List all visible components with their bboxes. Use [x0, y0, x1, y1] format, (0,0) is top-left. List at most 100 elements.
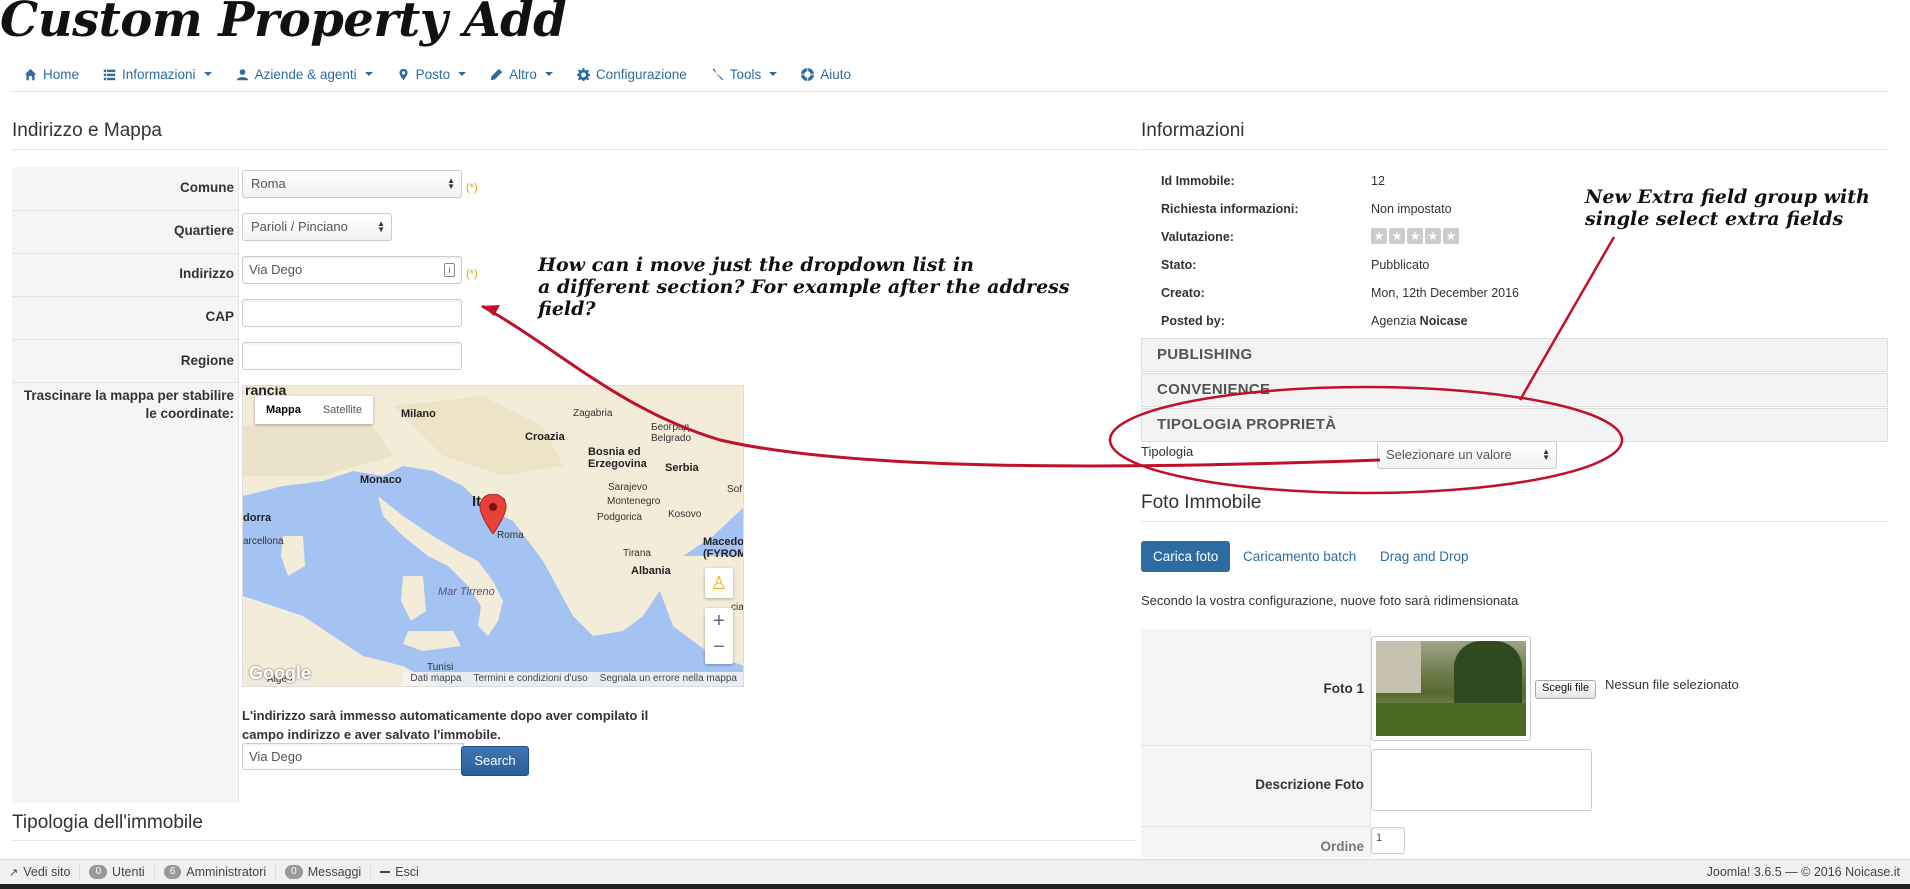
contact-card-icon: i — [444, 263, 455, 277]
foto-immobile-heading: Foto Immobile — [1141, 492, 1262, 513]
info-posted-by-value: Agenzia Noicase — [1371, 314, 1468, 328]
accordion-convenience[interactable]: CONVENIENCE — [1141, 373, 1888, 407]
photo-thumbnail[interactable] — [1371, 636, 1531, 741]
star-icon[interactable]: ★ — [1407, 228, 1423, 244]
accordion-publishing[interactable]: PUBLISHING — [1141, 338, 1888, 372]
tab-drag-and-drop[interactable]: Drag and Drop — [1368, 541, 1481, 572]
row-divider — [12, 339, 239, 340]
map-place-label: Serbia — [665, 462, 699, 474]
choose-file-button[interactable]: Scegli file — [1535, 680, 1597, 699]
tab-caricamento-batch[interactable]: Caricamento batch — [1231, 541, 1368, 572]
map-pin-icon[interactable] — [479, 494, 507, 534]
footer-version: Joomla! 3.6.5 — © 2016 Noicase.it — [1706, 865, 1900, 879]
tipologia-immobile-heading: Tipologia dell'immobile — [12, 812, 203, 833]
posted-by-prefix: Agenzia — [1371, 314, 1417, 328]
arrowhead-icon — [482, 305, 500, 316]
cap-input[interactable] — [242, 299, 462, 327]
map-data-link[interactable]: Dati mappa — [410, 673, 461, 685]
map-report-link[interactable]: Segnala un errore nella mappa — [600, 673, 737, 685]
map-place-label: dorra — [243, 512, 272, 524]
tipologia-select[interactable]: Selezionare un valore ▲ ▼ — [1377, 441, 1557, 469]
extra-field-group-annotation: New Extra field group with single select… — [1585, 186, 1870, 230]
nav-aiuto-label: Aiuto — [820, 66, 852, 82]
page-title: Custom Property Add — [0, 0, 567, 48]
zoom-out-button[interactable]: − — [705, 634, 733, 660]
map-tab-satellite[interactable]: Satellite — [312, 396, 373, 424]
nav-aziende-agenti[interactable]: Aziende & agenti — [224, 67, 385, 82]
map-terms-link[interactable]: Termini e condizioni d'uso — [473, 673, 587, 685]
amministratori-link[interactable]: 6 Amministratori — [155, 865, 277, 879]
wrench-icon — [712, 68, 723, 80]
star-icon[interactable]: ★ — [1371, 228, 1387, 244]
indirizzo-required-mark: (*) — [466, 268, 478, 280]
nav-home[interactable]: Home — [12, 67, 91, 82]
comune-required-mark: (*) — [466, 182, 478, 194]
heading-divider — [1141, 149, 1888, 150]
descrizione-foto-textarea[interactable] — [1371, 749, 1592, 811]
zoom-in-button[interactable]: + — [705, 608, 733, 634]
row-divider — [12, 382, 239, 383]
nav-configurazione-label: Configurazione — [595, 66, 687, 82]
map-place-label: Croazia — [525, 431, 565, 443]
map-place-label: Montenegro — [607, 496, 661, 507]
quartiere-select[interactable]: Parioli / Pinciano ▲ ▼ — [242, 213, 392, 241]
ordine-label: Ordine — [1320, 839, 1364, 854]
regione-label: Regione — [180, 353, 234, 368]
info-creato-label: Creato: — [1161, 286, 1205, 300]
comune-select[interactable]: Roma ▲ ▼ — [242, 170, 462, 198]
street-view-pegman-icon[interactable]: ♙ — [705, 568, 733, 598]
select-arrows-icon: ▲ ▼ — [1542, 447, 1550, 462]
cap-label: CAP — [205, 309, 234, 324]
posted-by-agency: Noicase — [1419, 314, 1468, 328]
regione-input[interactable] — [242, 342, 462, 370]
google-map[interactable]: Mappa Satellite rancia Milano Zagabria Б… — [242, 385, 744, 687]
map-tab-mappa[interactable]: Mappa — [255, 396, 312, 424]
indirizzo-value: Via Dego — [249, 262, 303, 277]
foto1-label: Foto 1 — [1323, 681, 1365, 696]
nav-configurazione[interactable]: Configurazione — [565, 67, 699, 82]
esci-link[interactable]: Esci — [371, 865, 428, 879]
nav-tools[interactable]: Tools — [699, 67, 790, 82]
indirizzo-label: Indirizzo — [179, 266, 234, 281]
external-link-icon: ↗ — [9, 866, 19, 879]
map-type-tabs: Mappa Satellite — [255, 396, 373, 424]
home-icon — [24, 68, 37, 80]
quartiere-value: Parioli / Pinciano — [251, 219, 348, 234]
utenti-count-badge: 0 — [89, 865, 108, 879]
caret-down-icon — [364, 72, 373, 76]
map-place-label: Podgorica — [597, 512, 643, 523]
window-bottom-edge — [0, 884, 1910, 889]
nav-aiuto[interactable]: Aiuto — [789, 67, 863, 82]
amministratori-label: Amministratori — [186, 865, 267, 879]
rating-stars[interactable]: ★ ★ ★ ★ ★ — [1371, 228, 1459, 244]
vedi-sito-link[interactable]: ↗ Vedi sito — [0, 865, 81, 879]
list-icon — [103, 69, 116, 80]
address-auto-note: L'indirizzo sarà immesso automaticamente… — [242, 708, 649, 742]
google-logo: Google — [249, 663, 311, 683]
nav-informazioni[interactable]: Informazioni — [91, 67, 224, 82]
utenti-link[interactable]: 0 Utenti — [80, 865, 155, 879]
nav-posto[interactable]: Posto — [385, 67, 479, 82]
indirizzo-input[interactable]: Via Dego i — [242, 256, 462, 284]
messaggi-count-badge: 0 — [285, 865, 303, 879]
comune-value: Roma — [251, 176, 286, 191]
accordion-tipologia-proprieta[interactable]: TIPOLOGIA PROPRIETÀ — [1141, 408, 1888, 442]
nav-home-label: Home — [43, 66, 80, 82]
lifebuoy-icon — [801, 67, 815, 81]
star-icon[interactable]: ★ — [1389, 228, 1405, 244]
map-place-label: Bosnia ed Erzegovina — [588, 446, 647, 470]
star-icon[interactable]: ★ — [1443, 228, 1459, 244]
ordine-input[interactable]: 1 — [1371, 827, 1405, 854]
star-icon[interactable]: ★ — [1425, 228, 1441, 244]
search-button[interactable]: Search — [461, 746, 529, 776]
heading-divider — [1141, 521, 1888, 522]
map-drag-label: Trascinare la mappa per stabilire le coo… — [23, 388, 234, 421]
map-place-label: rancia — [245, 385, 287, 398]
messaggi-link[interactable]: 0 Messaggi — [276, 865, 372, 879]
nav-altro[interactable]: Altro — [478, 67, 565, 82]
map-search-input[interactable]: Via Dego — [242, 743, 464, 770]
info-creato-value: Mon, 12th December 2016 — [1371, 286, 1520, 300]
tab-carica-foto[interactable]: Carica foto — [1141, 541, 1231, 572]
esci-label: Esci — [395, 865, 419, 879]
heading-divider — [12, 840, 1137, 841]
